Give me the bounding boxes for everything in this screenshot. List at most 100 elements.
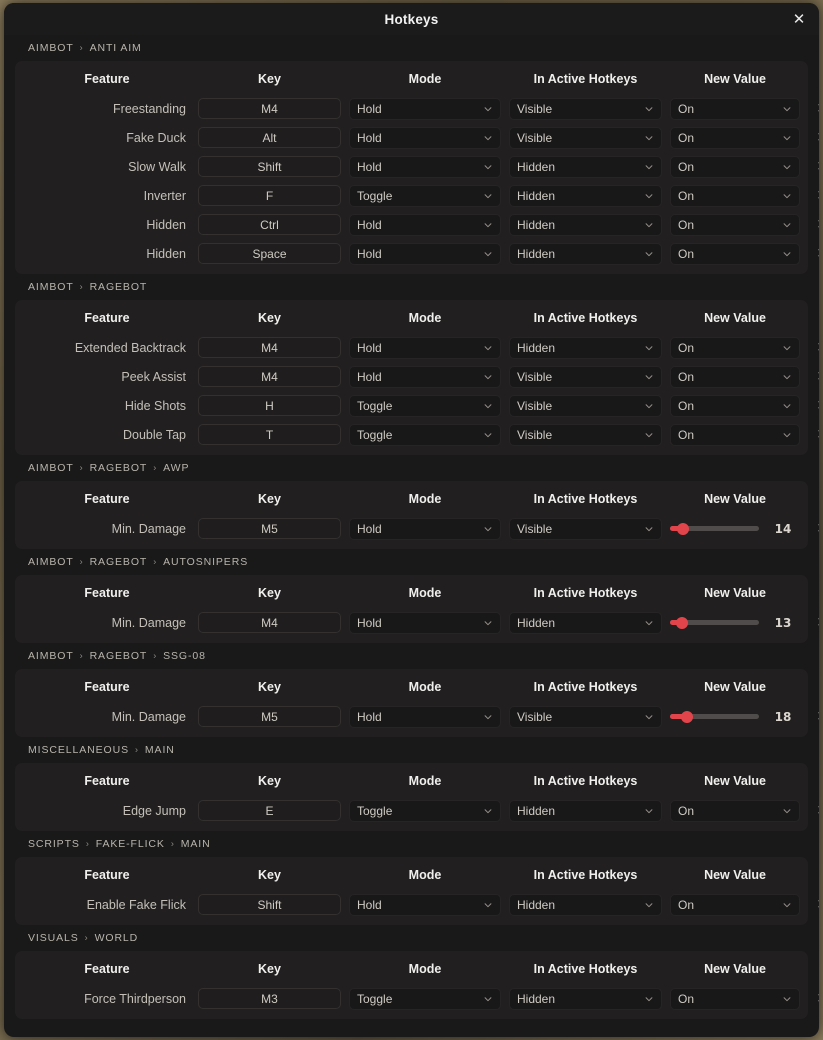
key-bind-field[interactable]: M4 — [198, 366, 341, 387]
breadcrumb-item[interactable]: VISUALS — [28, 932, 79, 944]
in-active-hotkeys-dropdown[interactable]: Hidden — [509, 242, 662, 265]
slider-thumb[interactable] — [680, 710, 693, 723]
remove-hotkey-button[interactable]: × — [808, 214, 819, 236]
breadcrumb-item[interactable]: RAGEBOT — [90, 281, 148, 293]
in-active-hotkeys-dropdown[interactable]: Visible — [509, 705, 662, 728]
remove-hotkey-button[interactable]: × — [808, 395, 819, 417]
key-bind-field[interactable]: F — [198, 185, 341, 206]
remove-hotkey-button[interactable]: × — [808, 424, 819, 446]
key-bind-field[interactable]: M5 — [198, 518, 341, 539]
breadcrumb-item[interactable]: MISCELLANEOUS — [28, 744, 129, 756]
new-value-dropdown[interactable]: On — [670, 155, 800, 178]
remove-hotkey-button[interactable]: × — [808, 185, 819, 207]
new-value-dropdown[interactable]: On — [670, 97, 800, 120]
breadcrumb-item[interactable]: AUTOSNIPERS — [163, 556, 248, 568]
in-active-hotkeys-dropdown[interactable]: Hidden — [509, 799, 662, 822]
breadcrumb-item[interactable]: RAGEBOT — [90, 462, 148, 474]
new-value-dropdown[interactable]: On — [670, 394, 800, 417]
new-value-dropdown[interactable]: On — [670, 987, 800, 1010]
key-bind-field[interactable]: Space — [198, 243, 341, 264]
remove-hotkey-button[interactable]: × — [808, 243, 819, 265]
breadcrumb-item[interactable]: RAGEBOT — [90, 556, 148, 568]
remove-hotkey-button[interactable]: × — [808, 988, 819, 1010]
in-active-hotkeys-dropdown[interactable]: Hidden — [509, 893, 662, 916]
mode-dropdown[interactable]: Hold — [349, 336, 501, 359]
remove-hotkey-button[interactable]: × — [808, 337, 819, 359]
key-bind-field[interactable]: M4 — [198, 612, 341, 633]
new-value-dropdown[interactable]: On — [670, 893, 800, 916]
slider-track[interactable] — [670, 522, 759, 535]
remove-hotkey-button[interactable]: × — [808, 98, 819, 120]
mode-dropdown[interactable]: Hold — [349, 213, 501, 236]
mode-dropdown[interactable]: Hold — [349, 155, 501, 178]
breadcrumb-item[interactable]: AIMBOT — [28, 650, 74, 662]
remove-hotkey-button[interactable]: × — [808, 518, 819, 540]
remove-hotkey-button[interactable]: × — [808, 612, 819, 634]
in-active-hotkeys-dropdown[interactable]: Hidden — [509, 155, 662, 178]
mode-dropdown[interactable]: Toggle — [349, 799, 501, 822]
mode-dropdown[interactable]: Hold — [349, 705, 501, 728]
slider-track[interactable] — [670, 710, 759, 723]
remove-hotkey-button[interactable]: × — [808, 800, 819, 822]
mode-dropdown[interactable]: Hold — [349, 97, 501, 120]
mode-dropdown[interactable]: Hold — [349, 517, 501, 540]
mode-dropdown[interactable]: Toggle — [349, 423, 501, 446]
new-value-dropdown[interactable]: On — [670, 799, 800, 822]
new-value-slider[interactable]: 18 — [670, 706, 800, 728]
new-value-dropdown[interactable]: On — [670, 213, 800, 236]
new-value-slider[interactable]: 14 — [670, 518, 800, 540]
key-bind-field[interactable]: M4 — [198, 337, 341, 358]
slider-thumb[interactable] — [676, 616, 689, 629]
breadcrumb-item[interactable]: WORLD — [95, 932, 139, 944]
new-value-dropdown[interactable]: On — [670, 365, 800, 388]
in-active-hotkeys-dropdown[interactable]: Visible — [509, 517, 662, 540]
breadcrumb-item[interactable]: AIMBOT — [28, 42, 74, 54]
mode-dropdown[interactable]: Hold — [349, 611, 501, 634]
in-active-hotkeys-dropdown[interactable]: Hidden — [509, 213, 662, 236]
breadcrumb-item[interactable]: MAIN — [145, 744, 175, 756]
new-value-slider[interactable]: 13 — [670, 612, 800, 634]
breadcrumb-item[interactable]: SSG-08 — [163, 650, 206, 662]
key-bind-field[interactable]: T — [198, 424, 341, 445]
new-value-dropdown[interactable]: On — [670, 423, 800, 446]
mode-dropdown[interactable]: Hold — [349, 126, 501, 149]
close-icon[interactable]: ✕ — [789, 9, 809, 29]
in-active-hotkeys-dropdown[interactable]: Visible — [509, 423, 662, 446]
remove-hotkey-button[interactable]: × — [808, 127, 819, 149]
breadcrumb-item[interactable]: AIMBOT — [28, 281, 74, 293]
key-bind-field[interactable]: E — [198, 800, 341, 821]
mode-dropdown[interactable]: Hold — [349, 242, 501, 265]
remove-hotkey-button[interactable]: × — [808, 366, 819, 388]
mode-dropdown[interactable]: Toggle — [349, 184, 501, 207]
key-bind-field[interactable]: M4 — [198, 98, 341, 119]
mode-dropdown[interactable]: Toggle — [349, 987, 501, 1010]
breadcrumb-item[interactable]: FAKE-FLICK — [96, 838, 165, 850]
in-active-hotkeys-dropdown[interactable]: Visible — [509, 126, 662, 149]
in-active-hotkeys-dropdown[interactable]: Hidden — [509, 611, 662, 634]
in-active-hotkeys-dropdown[interactable]: Visible — [509, 394, 662, 417]
key-bind-field[interactable]: M3 — [198, 988, 341, 1009]
breadcrumb-item[interactable]: RAGEBOT — [90, 650, 148, 662]
key-bind-field[interactable]: H — [198, 395, 341, 416]
remove-hotkey-button[interactable]: × — [808, 894, 819, 916]
key-bind-field[interactable]: Alt — [198, 127, 341, 148]
breadcrumb-item[interactable]: AWP — [163, 462, 189, 474]
breadcrumb-item[interactable]: AIMBOT — [28, 556, 74, 568]
in-active-hotkeys-dropdown[interactable]: Visible — [509, 97, 662, 120]
breadcrumb-item[interactable]: SCRIPTS — [28, 838, 80, 850]
mode-dropdown[interactable]: Hold — [349, 365, 501, 388]
in-active-hotkeys-dropdown[interactable]: Hidden — [509, 336, 662, 359]
key-bind-field[interactable]: Shift — [198, 156, 341, 177]
key-bind-field[interactable]: Shift — [198, 894, 341, 915]
remove-hotkey-button[interactable]: × — [808, 156, 819, 178]
new-value-dropdown[interactable]: On — [670, 126, 800, 149]
in-active-hotkeys-dropdown[interactable]: Hidden — [509, 987, 662, 1010]
slider-thumb[interactable] — [677, 522, 690, 535]
breadcrumb-item[interactable]: AIMBOT — [28, 462, 74, 474]
in-active-hotkeys-dropdown[interactable]: Hidden — [509, 184, 662, 207]
key-bind-field[interactable]: M5 — [198, 706, 341, 727]
new-value-dropdown[interactable]: On — [670, 336, 800, 359]
new-value-dropdown[interactable]: On — [670, 184, 800, 207]
breadcrumb-item[interactable]: MAIN — [181, 838, 211, 850]
key-bind-field[interactable]: Ctrl — [198, 214, 341, 235]
